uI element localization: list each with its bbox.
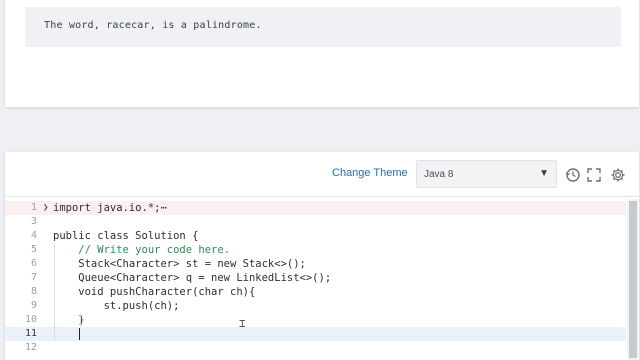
code-line: 12: [5, 341, 626, 355]
line-number: 8: [30, 286, 37, 297]
code-text: Queue<Character> q = new LinkedList<>();: [53, 272, 332, 284]
code-editor-panel: Change Theme Java 8 ▼ 1 ❯ import java.io…: [5, 152, 639, 360]
output-panel: The word, racecar, is a palindrome.: [5, 0, 639, 107]
chevron-down-icon: ▼: [539, 168, 549, 179]
language-value: Java 8: [424, 169, 454, 180]
history-icon[interactable]: [565, 167, 581, 183]
line-number: 7: [30, 272, 37, 283]
code-line-active: 11: [5, 327, 626, 341]
line-number: 1: [30, 202, 37, 213]
line-number: 4: [30, 230, 37, 241]
line-number: 9: [30, 300, 37, 311]
code-text: void pushCharacter(char ch){: [53, 286, 256, 298]
line-number: 11: [24, 328, 37, 339]
code-text: st.push(ch);: [53, 300, 180, 312]
code-text: public class Solution {: [53, 230, 199, 242]
language-select[interactable]: Java 8 ▼: [416, 160, 557, 188]
code-line: 1 ❯ import java.io.*;⋯: [5, 201, 626, 215]
code-line: 5 // Write your code here.: [5, 243, 626, 257]
line-number: 3: [30, 216, 37, 227]
text-cursor: [79, 328, 80, 340]
code-text: import java.io.*;⋯: [53, 202, 167, 214]
line-number: 5: [30, 244, 37, 255]
indent-guide: [80, 313, 81, 327]
code-text: Stack<Character> st = new Stack<>();: [53, 258, 306, 270]
code-line: 8 void pushCharacter(char ch){: [5, 285, 626, 299]
code-line: 10 }: [5, 313, 626, 327]
change-theme-link[interactable]: Change Theme: [332, 167, 408, 179]
code-line: 4 public class Solution {: [5, 229, 626, 243]
editor-toolbar: Change Theme Java 8 ▼: [5, 152, 639, 197]
mouse-ibeam-icon: ⌶: [239, 317, 246, 330]
line-number: 12: [24, 342, 37, 353]
code-text: // Write your code here.: [53, 244, 231, 256]
code-area[interactable]: 1 ❯ import java.io.*;⋯ 3 4 public class …: [5, 199, 626, 360]
fold-arrow-icon[interactable]: ❯: [43, 201, 48, 215]
code-line: 7 Queue<Character> q = new LinkedList<>(…: [5, 271, 626, 285]
line-number: 6: [30, 258, 37, 269]
code-line: 9 st.push(ch);: [5, 299, 626, 313]
fullscreen-icon[interactable]: [586, 167, 602, 183]
code-line: 3: [5, 215, 626, 229]
output-text: The word, racecar, is a palindrome.: [44, 20, 262, 31]
output-box: The word, racecar, is a palindrome.: [25, 7, 621, 47]
line-number: 10: [24, 314, 37, 325]
settings-icon[interactable]: [610, 167, 626, 183]
scrollbar-thumb[interactable]: [629, 201, 637, 358]
code-line: 6 Stack<Character> st = new Stack<>();: [5, 257, 626, 271]
editor-scrollbar[interactable]: [627, 199, 639, 360]
indent-guide: [54, 243, 55, 341]
